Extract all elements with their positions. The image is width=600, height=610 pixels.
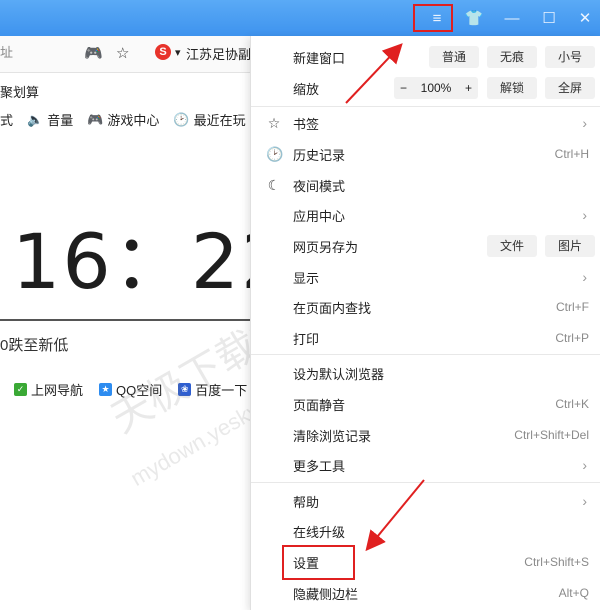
unlock-button[interactable]: 解锁 (487, 77, 537, 99)
settings-highlight (282, 545, 355, 580)
skin-icon[interactable]: 👕 (457, 4, 491, 32)
chevron-right-icon: › (582, 457, 587, 473)
menu-label: 夜间模式 (293, 178, 346, 194)
qzone-icon: ★ (99, 383, 113, 396)
fullscreen-button[interactable]: 全屏 (545, 77, 595, 99)
nav-icon: ✓ (14, 383, 27, 396)
tool-item-recent[interactable]: 🕑 最近在玩 (173, 110, 245, 129)
title-bar: ≡ 👕 — ☐ ✕ (0, 0, 600, 36)
menu-item-clear-history[interactable]: 清除浏览记录 Ctrl+Shift+Del (251, 420, 600, 450)
menu-item-app-center[interactable]: 应用中心 › (251, 200, 600, 230)
zoom-out-button[interactable]: − (400, 81, 407, 95)
menu-label: 书签 (293, 116, 320, 132)
chevron-right-icon: › (582, 207, 587, 223)
bookmark-item[interactable]: 聚划算 (0, 82, 39, 101)
new-window-incognito-button[interactable]: 无痕 (487, 46, 537, 68)
menu-item-set-default[interactable]: 设为默认浏览器 (251, 358, 600, 388)
zoom-control: − 100% + (394, 77, 478, 99)
zoom-level: 100% (420, 81, 452, 95)
tool-row: 式 🔈 音量 🎮 游戏中心 🕑 最近在玩 (0, 110, 260, 129)
divider (0, 319, 250, 321)
menu-button-highlight (413, 4, 453, 32)
menu-shortcut: Alt+Q (558, 586, 589, 600)
menu-divider (251, 482, 600, 483)
new-window-secondary-button[interactable]: 小号 (545, 46, 595, 68)
chevron-right-icon: › (582, 493, 587, 509)
menu-label: 历史记录 (293, 147, 346, 163)
menu-label: 清除浏览记录 (293, 428, 372, 444)
tool-label: 式 (0, 113, 14, 128)
link-label: 上网导航 (31, 383, 84, 398)
menu-item-find[interactable]: 在页面内查找 Ctrl+F (251, 292, 600, 322)
menu-item-print[interactable]: 打印 Ctrl+P (251, 323, 600, 353)
link-nav[interactable]: ✓ 上网导航 (14, 380, 83, 399)
menu-item-more-tools[interactable]: 更多工具 › (251, 450, 600, 480)
menu-label: 打印 (293, 331, 320, 347)
link-label: 百度一下 (195, 383, 248, 398)
star-icon: ☆ (267, 114, 281, 131)
menu-item-history[interactable]: 🕑 历史记录 Ctrl+H (251, 139, 600, 169)
tool-label: 音量 (47, 113, 74, 128)
gamepad-icon: 🎮 (87, 111, 104, 127)
chevron-right-icon: › (582, 115, 587, 131)
moon-icon: ☾ (267, 176, 281, 193)
zoom-in-button[interactable]: + (465, 81, 472, 95)
menu-shortcut: Ctrl+Shift+Del (514, 428, 589, 442)
close-icon[interactable]: ✕ (568, 4, 600, 32)
search-engine-selector[interactable]: S ▾ (155, 44, 181, 60)
menu-label: 在线升级 (293, 524, 346, 540)
menu-label: 应用中心 (293, 208, 346, 224)
menu-item-hide-sidebar[interactable]: 隐藏侧边栏 Alt+Q (251, 578, 600, 608)
tool-label: 最近在玩 (193, 113, 246, 128)
new-window-normal-button[interactable]: 普通 (429, 46, 479, 68)
menu-label: 显示 (293, 270, 320, 286)
save-file-button[interactable]: 文件 (487, 235, 537, 257)
tool-item-volume[interactable]: 🔈 音量 (27, 110, 73, 129)
link-qzone[interactable]: ★ QQ空间 (99, 380, 162, 399)
menu-label: 设为默认浏览器 (293, 366, 385, 382)
menu-label: 缩放 (293, 81, 320, 97)
menu-label: 页面静音 (293, 397, 346, 413)
tool-item[interactable]: 式 (0, 110, 13, 129)
tool-label: 游戏中心 (107, 113, 160, 128)
menu-item-bookmarks[interactable]: ☆ 书签 › (251, 108, 600, 138)
chevron-right-icon: › (582, 269, 587, 285)
news-ticker[interactable]: 0跌至新低 (0, 334, 68, 355)
baidu-icon: ❀ (178, 383, 192, 396)
history-clock-icon: 🕑 (266, 145, 284, 162)
menu-divider (251, 354, 600, 355)
menu-shortcut: Ctrl+P (555, 331, 589, 345)
menu-item-mute[interactable]: 页面静音 Ctrl+K (251, 389, 600, 419)
menu-item-night-mode[interactable]: ☾ 夜间模式 (251, 170, 600, 200)
main-menu: 新建窗口 普通 无痕 小号 缩放 − 100% + 解锁 全屏 ☆ 书签 › 🕑… (250, 36, 600, 610)
address-input[interactable]: 址 (0, 40, 70, 66)
menu-shortcut: Ctrl+K (555, 397, 589, 411)
save-image-button[interactable]: 图片 (545, 235, 595, 257)
menu-shortcut: Ctrl+Shift+S (524, 555, 589, 569)
menu-label: 更多工具 (293, 458, 346, 474)
menu-item-help[interactable]: 帮助 › (251, 486, 600, 516)
chevron-down-icon: ▾ (175, 46, 181, 59)
menu-label: 帮助 (293, 494, 320, 510)
menu-label: 新建窗口 (293, 50, 346, 66)
menu-item-display[interactable]: 显示 › (251, 262, 600, 292)
menu-label: 网页另存为 (293, 239, 359, 255)
menu-shortcut: Ctrl+F (556, 300, 589, 314)
link-baidu[interactable]: ❀ 百度一下 (178, 380, 247, 399)
minimize-icon[interactable]: — (495, 4, 529, 32)
clock-icon: 🕑 (173, 111, 190, 127)
menu-label: 隐藏侧边栏 (293, 586, 359, 602)
search-engine-icon: S (155, 44, 171, 60)
link-label: QQ空间 (116, 383, 163, 398)
maximize-icon[interactable]: ☐ (532, 4, 566, 32)
bookmark-star-icon[interactable]: ☆ (116, 44, 129, 62)
menu-shortcut: Ctrl+H (554, 147, 589, 161)
game-icon[interactable]: 🎮 (84, 44, 103, 62)
menu-divider (251, 106, 600, 107)
menu-item-upgrade[interactable]: 在线升级 (251, 516, 600, 546)
tool-item-game-center[interactable]: 🎮 游戏中心 (87, 110, 159, 129)
menu-label: 在页面内查找 (293, 300, 372, 316)
quick-links: ✓ 上网导航 ★ QQ空间 ❀ 百度一下 (14, 380, 247, 399)
volume-icon: 🔈 (27, 111, 44, 127)
